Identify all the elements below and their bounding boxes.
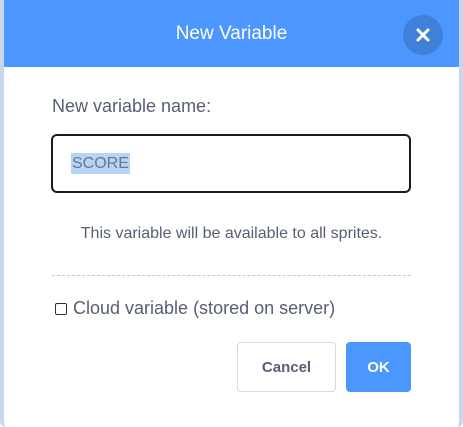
scope-info-text: This variable will be available to all s… bbox=[80, 225, 383, 242]
variable-name-label: New variable name: bbox=[52, 96, 212, 116]
variable-name-input[interactable]: SCORE bbox=[51, 134, 411, 193]
cloud-variable-label: Cloud variable (stored on server) bbox=[73, 298, 336, 318]
variable-name-value: SCORE bbox=[71, 153, 130, 174]
cancel-button[interactable]: Cancel bbox=[237, 342, 336, 392]
close-icon bbox=[416, 28, 430, 42]
dashed-divider bbox=[52, 275, 411, 276]
cloud-variable-option[interactable]: Cloud variable (stored on server) bbox=[55, 298, 335, 319]
cloud-variable-checkbox[interactable] bbox=[55, 302, 67, 315]
dialog-title: New Variable bbox=[175, 23, 288, 44]
dialog-header: New Variable bbox=[0, 0, 463, 67]
close-button[interactable] bbox=[403, 15, 443, 55]
ok-button[interactable]: OK bbox=[346, 342, 411, 392]
